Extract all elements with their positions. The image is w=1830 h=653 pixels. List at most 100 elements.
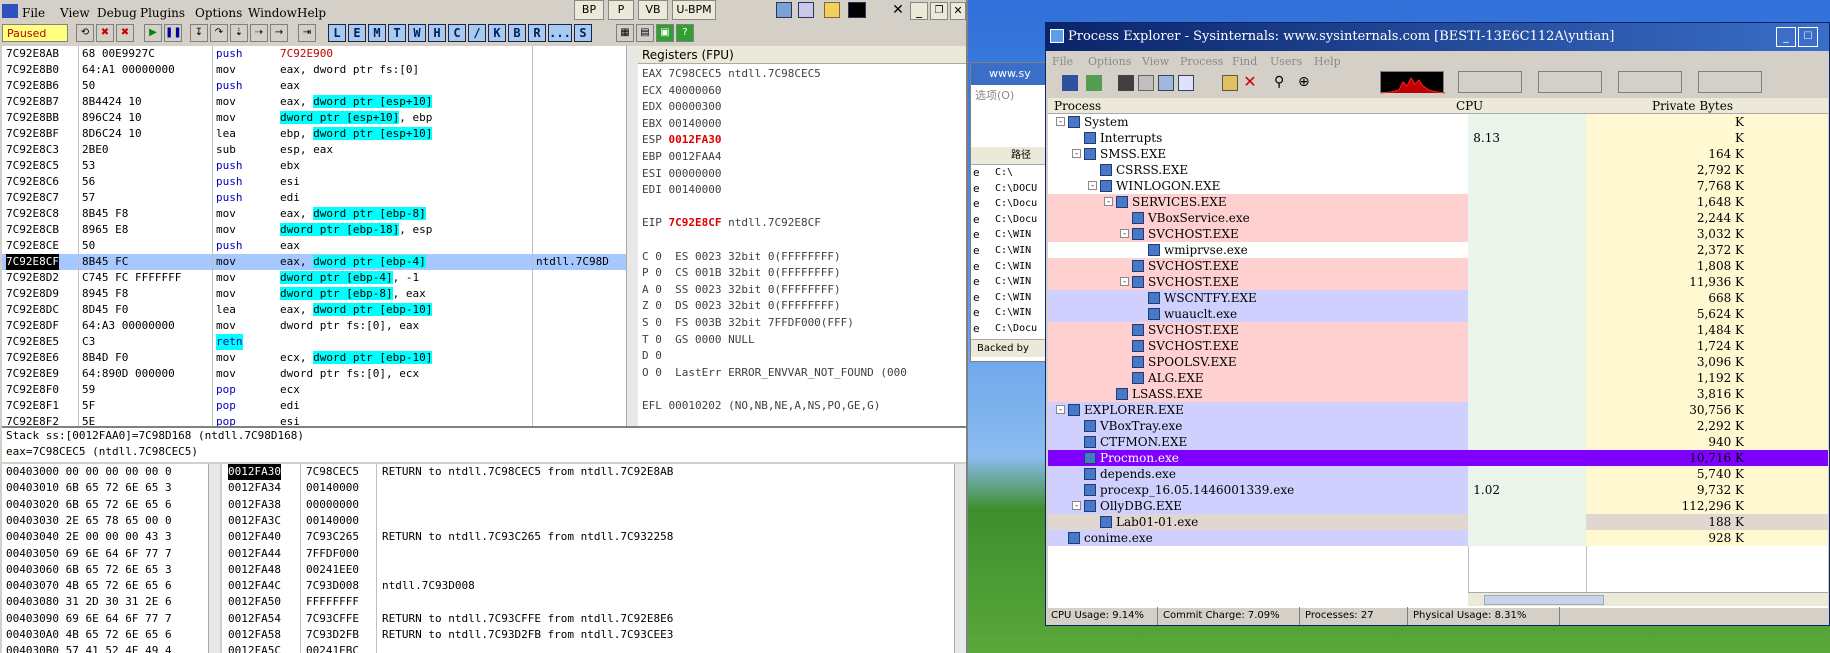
disasm-row[interactable]: 7C92E8CF 8B45 FC mov eax, dword ptr [ebp-4]… <box>2 254 636 270</box>
stack-row[interactable]: 0012FA54 7C93CFFE RETURN to ntdll.7C93CFFE… <box>222 611 966 627</box>
path-row[interactable]: e C:\Docu <box>971 321 1047 337</box>
pe-menu-options[interactable]: Options <box>1088 55 1131 68</box>
dump-row[interactable]: 00403080 31 2D 30 31 2E 6 <box>2 594 220 610</box>
process-row[interactable]: - SVCHOST.EXE 11,936 K <box>1048 274 1828 290</box>
options-grid-icon[interactable]: ▦ <box>616 24 634 42</box>
menu-view[interactable]: View <box>60 6 90 20</box>
ubpm-button[interactable]: U-BPM <box>672 0 716 20</box>
stack-row[interactable]: 0012FA3C 00140000 <box>222 513 966 529</box>
find-binoculars-icon[interactable]: ⚲ <box>1274 73 1292 91</box>
open-icon[interactable]: ⟲ <box>76 24 94 42</box>
p-button[interactable]: P <box>608 0 634 20</box>
background-window-menu[interactable]: 选项(O) <box>975 87 1014 103</box>
stack-row[interactable]: 0012FA5C 00241EBC <box>222 643 966 653</box>
register-row[interactable]: P 0 CS 001B 32bit 0(FFFFFFFF) <box>642 265 966 281</box>
disasm-row[interactable]: 7C92E8B7 8B4424 10 mov eax, dword ptr [esp+… <box>2 94 636 110</box>
column-cpu[interactable]: CPU <box>1456 98 1483 114</box>
stack-row[interactable]: 0012FA40 7C93C265 RETURN to ntdll.7C93C265… <box>222 529 966 545</box>
path-row[interactable]: e C:\WIN <box>971 290 1047 306</box>
process-row[interactable]: - SVCHOST.EXE 3,032 K <box>1048 226 1828 242</box>
system-info-icon[interactable] <box>1118 75 1134 91</box>
run-trace-button[interactable]: ... <box>548 24 572 42</box>
process-row[interactable]: SVCHOST.EXE 1,808 K <box>1048 258 1828 274</box>
disasm-row[interactable]: 7C92E8D2 C745 FC FFFFFFF mov dword ptr [ebp… <box>2 270 636 286</box>
path-row[interactable]: e C:\WIN <box>971 259 1047 275</box>
register-row[interactable]: EAX 7C98CEC5 ntdll.7C98CEC5 <box>642 66 966 82</box>
patches-button[interactable]: / <box>468 24 486 42</box>
process-row[interactable]: VBoxTray.exe 2,292 K <box>1048 418 1828 434</box>
bp-button[interactable]: BP <box>574 0 604 20</box>
path-row[interactable]: e C:\DOCU <box>971 181 1047 197</box>
register-row[interactable]: EDX 00000300 <box>642 99 966 115</box>
disasm-row[interactable]: 7C92E8C6 56 push esi <box>2 174 636 190</box>
disasm-row[interactable]: 7C92E8C8 8B45 F8 mov eax, dword ptr [ebp-8] <box>2 206 636 222</box>
close-icon[interactable]: ✕ <box>888 0 908 20</box>
references-button[interactable]: R <box>528 24 546 42</box>
animate-into-icon[interactable]: ⇣ <box>230 24 248 42</box>
disasm-row[interactable]: 7C92E8D9 8945 F8 mov dword ptr [ebp-8], eax <box>2 286 636 302</box>
physical-graph[interactable] <box>1618 71 1682 93</box>
disasm-scrollbar[interactable] <box>626 46 638 426</box>
register-row[interactable]: O 0 LastErr ERROR_ENVVAR_NOT_FOUND (000 <box>642 365 966 381</box>
register-row[interactable]: ECX 40000060 <box>642 83 966 99</box>
menu-file[interactable]: File <box>22 6 45 20</box>
disasm-row[interactable]: 7C92E8DC 8D45 F0 lea eax, dword ptr [ebp-10… <box>2 302 636 318</box>
register-row[interactable]: A 0 SS 0023 32bit 0(FFFFFFFF) <box>642 282 966 298</box>
process-row[interactable]: ALG.EXE 1,192 K <box>1048 370 1828 386</box>
pe-minimize-icon[interactable]: _ <box>1776 27 1796 47</box>
dump-row[interactable]: 00403050 69 6E 64 6F 77 7 <box>2 546 220 562</box>
process-row[interactable]: SVCHOST.EXE 1,484 K <box>1048 322 1828 338</box>
pe-menu-help[interactable]: Help <box>1314 55 1341 68</box>
dump-scrollbar[interactable] <box>208 464 220 653</box>
expand-collapse-icon[interactable]: - <box>1120 229 1129 238</box>
dump-row[interactable]: 004030A0 4B 65 72 6E 65 6 <box>2 627 220 643</box>
process-row[interactable]: - OllyDBG.EXE 112,296 K <box>1048 498 1828 514</box>
close-prog-icon[interactable]: ✖ <box>116 24 134 42</box>
disasm-row[interactable]: 7C92E8DF 64:A3 00000000 mov dword ptr fs:[0… <box>2 318 636 334</box>
memory-map-button[interactable]: M <box>368 24 386 42</box>
properties-icon[interactable] <box>1138 75 1154 91</box>
register-row[interactable]: Z 0 DS 0023 32bit 0(FFFFFFFF) <box>642 298 966 314</box>
process-row[interactable]: procexp_16.05.1446001339.exe 1.02 9,732 K <box>1048 482 1828 498</box>
menu-help[interactable]: Help <box>297 6 326 20</box>
pe-menu-users[interactable]: Users <box>1270 55 1302 68</box>
register-row[interactable]: ESI 00000000 <box>642 166 966 182</box>
log-window-button[interactable]: L <box>328 24 346 42</box>
cpu-graph[interactable] <box>1380 71 1446 94</box>
lower-pane-icon[interactable] <box>1178 75 1194 91</box>
cpu-button[interactable]: C <box>448 24 466 42</box>
disasm-row[interactable]: 7C92E8AB 68 00E9927C push 7C92E900 <box>2 46 636 62</box>
windows-button[interactable]: W <box>408 24 426 42</box>
stack-row[interactable]: 0012FA30 7C98CEC5 RETURN to ntdll.7C98CEC5… <box>222 464 966 480</box>
register-row[interactable]: EBX 00140000 <box>642 116 966 132</box>
disasm-row[interactable]: 7C92E8E9 64:890D 000000 mov dword ptr fs:[0… <box>2 366 636 382</box>
disasm-row[interactable]: 7C92E8F2 5E pop esi <box>2 414 636 426</box>
vb-button[interactable]: VB <box>638 0 668 20</box>
process-row[interactable]: WSCNTFY.EXE 668 K <box>1048 290 1828 306</box>
threads-button[interactable]: T <box>388 24 406 42</box>
menu-options[interactable]: Options <box>195 6 242 20</box>
disasm-row[interactable]: 7C92E8BF 8D6C24 10 lea ebp, dword ptr [esp+… <box>2 126 636 142</box>
animate-over-icon[interactable]: ⇢ <box>250 24 268 42</box>
pe-hscrollbar[interactable] <box>1468 592 1828 606</box>
commit-graph[interactable] <box>1458 71 1522 93</box>
register-row[interactable]: C 0 ES 0023 32bit 0(FFFFFFFF) <box>642 249 966 265</box>
pause-icon[interactable]: ❚❚ <box>164 24 182 42</box>
help-icon[interactable]: ? <box>676 24 694 42</box>
process-row[interactable]: SVCHOST.EXE 1,724 K <box>1048 338 1828 354</box>
modules-button[interactable]: E <box>348 24 366 42</box>
save-icon[interactable] <box>1062 75 1078 91</box>
disasm-row[interactable]: 7C92E8C7 57 push edi <box>2 190 636 206</box>
console-icon[interactable] <box>848 2 866 18</box>
run-icon[interactable]: ▶ <box>144 24 162 42</box>
menu-window[interactable]: Window <box>248 6 297 20</box>
stack-scrollbar[interactable] <box>954 464 966 653</box>
path-row[interactable]: e C:\Docu <box>971 212 1047 228</box>
dump-row[interactable]: 00403060 6B 65 72 6E 65 3 <box>2 562 220 578</box>
process-row[interactable]: - SMSS.EXE 164 K <box>1048 146 1828 162</box>
column-private-bytes[interactable]: Private Bytes <box>1652 98 1733 114</box>
dump-row[interactable]: 00403040 2E 00 00 00 43 3 <box>2 529 220 545</box>
pe-hscroll-thumb[interactable] <box>1484 595 1604 605</box>
process-row[interactable]: Lab01-01.exe 188 K <box>1048 514 1828 530</box>
path-row[interactable]: e C:\WIN <box>971 243 1047 259</box>
